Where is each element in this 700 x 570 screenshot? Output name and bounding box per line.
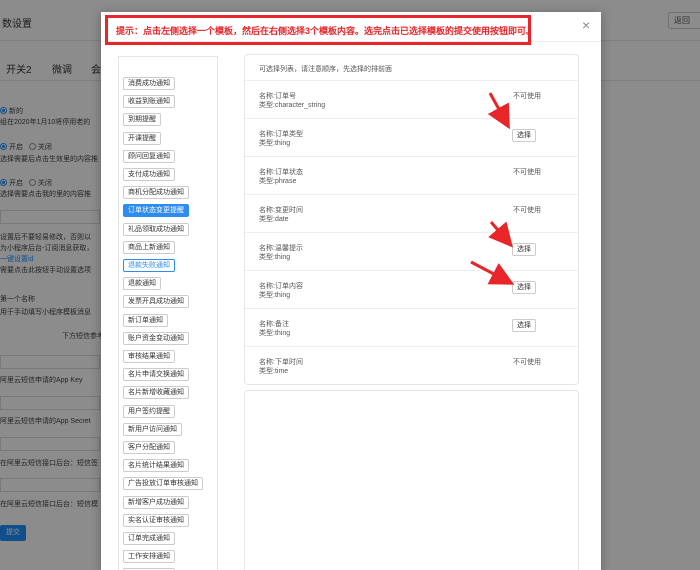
template-item[interactable]: 商机分配成功通知 [123, 186, 189, 200]
template-item[interactable]: 新增客户成功通知 [123, 495, 189, 509]
template-item[interactable]: 收益到账通知 [123, 95, 175, 109]
template-item[interactable]: 名片新增收藏通知 [123, 386, 189, 400]
template-item[interactable]: 消费成功通知 [123, 77, 175, 90]
field-type: 类型:thing [259, 254, 291, 261]
field-type: 类型:time [259, 368, 289, 375]
template-item[interactable]: 名片申请交换通知 [123, 368, 189, 382]
field-row: 名称:温馨提示 类型:thing 选择 [245, 233, 578, 271]
field-type: 类型:character_string [259, 102, 326, 109]
field-type: 类型:date [259, 216, 289, 223]
field-row: 名称:下单时间 类型:time 不可使用 [245, 347, 578, 385]
template-item[interactable]: 审核结果通知 [123, 350, 175, 363]
unavailable-label: 不可使用 [513, 93, 541, 100]
field-row: 名称:变更时间 类型:date 不可使用 [245, 195, 578, 233]
field-type: 类型:thing [259, 140, 291, 147]
template-item[interactable]: 实名认证审核通知 [123, 513, 189, 527]
field-row: 名称:订单内容 类型:thing 选择 [245, 271, 578, 309]
template-item[interactable]: 新订单通知 [123, 313, 168, 327]
tip-text: 提示：点击左侧选择一个模板，然后在右侧选择3个模板内容。选完点击已选择模板的提交… [116, 26, 536, 36]
field-type: 类型:thing [259, 292, 291, 299]
template-item[interactable]: 退款失败通知 [123, 259, 175, 272]
unavailable-label: 不可使用 [513, 207, 541, 214]
template-item[interactable]: 退款通知 [123, 277, 161, 291]
template-item[interactable]: 工作安排通知 [123, 550, 175, 564]
select-field-button[interactable]: 选择 [512, 281, 536, 294]
field-type: 类型:thing [259, 330, 291, 337]
template-item[interactable]: 新用户访问通知 [123, 422, 182, 436]
close-icon[interactable]: × [582, 17, 590, 33]
field-type: 类型:phrase [259, 178, 297, 185]
template-item[interactable]: 账户资金变动通知 [123, 331, 189, 345]
field-row: 名称:订单号 类型:character_string 不可使用 [245, 81, 578, 119]
template-item[interactable]: 用户签约提醒 [123, 404, 175, 418]
template-item[interactable]: 商品上新通知 [123, 240, 175, 254]
field-panel-header: 可选择列表，请注意顺序，先选择的排前面 [245, 55, 578, 81]
select-field-button[interactable]: 选择 [512, 243, 536, 256]
unavailable-label: 不可使用 [513, 169, 541, 176]
template-item[interactable]: 名片统计结果通知 [123, 459, 189, 473]
template-item[interactable]: 广告投放订单审核通知 [123, 477, 203, 491]
template-item[interactable]: 到期提醒 [123, 113, 161, 127]
selected-template-panel [244, 390, 579, 570]
template-item[interactable]: 订单状态变更提醒 [123, 204, 189, 218]
template-item[interactable]: 礼品领取成功通知 [123, 222, 189, 236]
tip-highlight-box: 提示：点击左侧选择一个模板，然后在右侧选择3个模板内容。选完点击已选择模板的提交… [105, 15, 535, 45]
select-field-button[interactable]: 选择 [512, 129, 536, 142]
field-panel: 可选择列表，请注意顺序，先选择的排前面 名称:订单号 类型:character_s… [244, 54, 579, 385]
template-item[interactable]: 顾问回复通知 [123, 149, 175, 163]
select-field-button[interactable]: 选择 [512, 319, 536, 332]
field-row: 名称:备注 类型:thing 选择 [245, 309, 578, 347]
template-list: 消费成功通知 收益到账通知 到期提醒开课提醒顾问回复通知 支付成功通知商机分配成功通知… [118, 56, 218, 570]
unavailable-label: 不可使用 [513, 359, 541, 366]
template-item[interactable]: 客户分配通知 [123, 441, 175, 454]
template-item[interactable]: 开课提醒 [123, 131, 161, 145]
template-item[interactable]: 订单完成通知 [123, 532, 175, 545]
template-item[interactable]: 发票开具成功通知 [123, 295, 189, 309]
template-select-modal: 提示：点击左侧选择一个模板，然后在右侧选择3个模板内容。选完点击已选择模板的提交… [101, 12, 601, 570]
template-item[interactable]: 支付成功通知 [123, 168, 175, 181]
field-row: 名称:订单类型 类型:thing 选择 [245, 119, 578, 157]
field-row: 名称:订单状态 类型:phrase 不可使用 [245, 157, 578, 195]
